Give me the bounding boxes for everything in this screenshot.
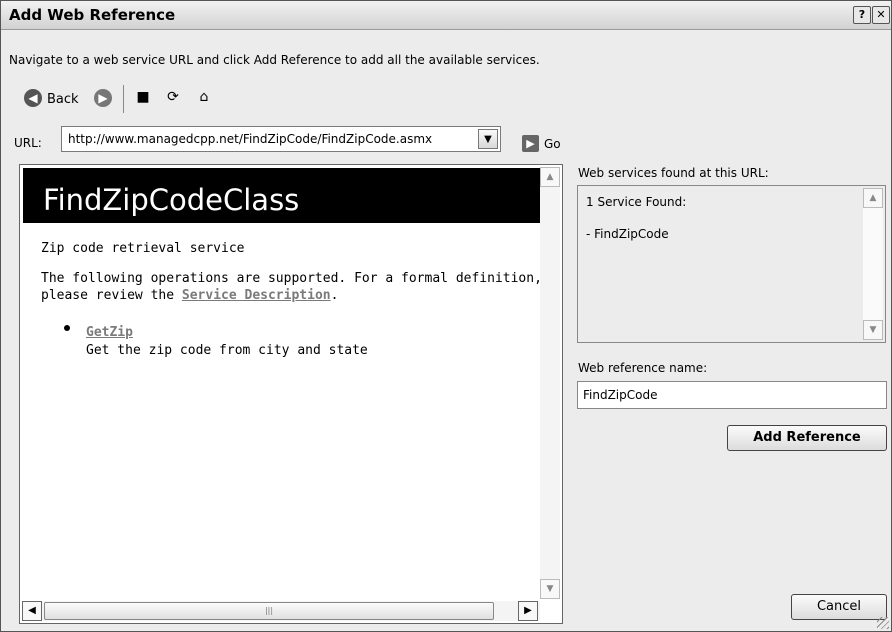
back-label: Back <box>47 92 79 107</box>
web-reference-name-field[interactable]: FindZipCode <box>577 381 887 409</box>
url-combobox[interactable]: http://www.managedcpp.net/FindZipCode/Fi… <box>61 126 501 152</box>
refresh-icon[interactable]: ⟳ <box>165 89 181 105</box>
services-found-list[interactable]: 1 Service Found: - FindZipCode ▲ ▼ <box>577 185 886 343</box>
service-count: 1 Service Found: <box>586 195 687 209</box>
operation-description: Get the zip code from city and state <box>86 343 368 358</box>
go-label: Go <box>544 137 561 151</box>
scroll-up-icon[interactable]: ▲ <box>540 167 560 187</box>
url-input[interactable]: http://www.managedcpp.net/FindZipCode/Fi… <box>68 132 432 146</box>
url-label: URL: <box>14 136 42 150</box>
scroll-down-icon[interactable]: ▼ <box>863 320 883 340</box>
forward-icon[interactable]: ▶ <box>94 89 112 107</box>
help-button[interactable]: ? <box>853 6 871 24</box>
web-reference-name-value[interactable]: FindZipCode <box>583 388 657 402</box>
page-banner: FindZipCodeClass <box>23 168 540 223</box>
scroll-left-icon[interactable]: ◀ <box>22 601 42 621</box>
services-found-label: Web services found at this URL: <box>578 166 769 180</box>
operations-text: The following operations are supported. … <box>41 271 542 286</box>
scroll-down-icon[interactable]: ▼ <box>540 579 560 599</box>
operation-link-getzip[interactable]: GetZip <box>86 325 133 340</box>
add-reference-button[interactable]: Add Reference <box>727 425 887 451</box>
scroll-right-icon[interactable]: ▶ <box>518 601 538 621</box>
list-item: - FindZipCode <box>586 227 669 241</box>
operations-text-prefix: please review the <box>41 288 182 303</box>
go-arrow-icon: ▶ <box>522 135 539 152</box>
service-description-text: Zip code retrieval service <box>41 241 245 256</box>
add-web-reference-dialog: Add Web Reference ? ✕ Navigate to a web … <box>0 0 892 632</box>
services-scrollbar[interactable]: ▲ ▼ <box>863 188 883 340</box>
web-reference-name-label: Web reference name: <box>578 361 708 375</box>
operations-text-suffix: . <box>330 288 339 303</box>
horizontal-scroll-thumb[interactable]: ||| <box>44 602 494 620</box>
browser-pane[interactable]: FindZipCodeClass Zip code retrieval serv… <box>19 164 563 624</box>
operations-text-line2: please review the Service Description. <box>41 288 338 303</box>
service-description-link[interactable]: Service Description <box>182 288 331 303</box>
back-icon: ◀ <box>24 89 42 107</box>
scroll-up-icon[interactable]: ▲ <box>863 188 883 208</box>
stop-icon[interactable]: ■ <box>135 89 151 105</box>
home-icon[interactable]: ⌂ <box>196 89 212 105</box>
instruction-text: Navigate to a web service URL and click … <box>9 53 540 67</box>
title-bar: Add Web Reference ? ✕ <box>1 1 891 30</box>
close-button[interactable]: ✕ <box>872 6 890 24</box>
vertical-scrollbar[interactable]: ▲ ▼ <box>540 167 560 599</box>
horizontal-scrollbar[interactable]: ◀ ||| ▶ <box>22 601 540 621</box>
toolbar-separator <box>123 85 124 113</box>
cancel-button[interactable]: Cancel <box>791 594 887 620</box>
dialog-title: Add Web Reference <box>9 6 176 24</box>
bullet-icon <box>64 325 70 331</box>
chevron-down-icon[interactable]: ▼ <box>478 129 498 149</box>
resize-grip-icon[interactable] <box>877 617 889 629</box>
page-title: FindZipCodeClass <box>43 183 300 217</box>
